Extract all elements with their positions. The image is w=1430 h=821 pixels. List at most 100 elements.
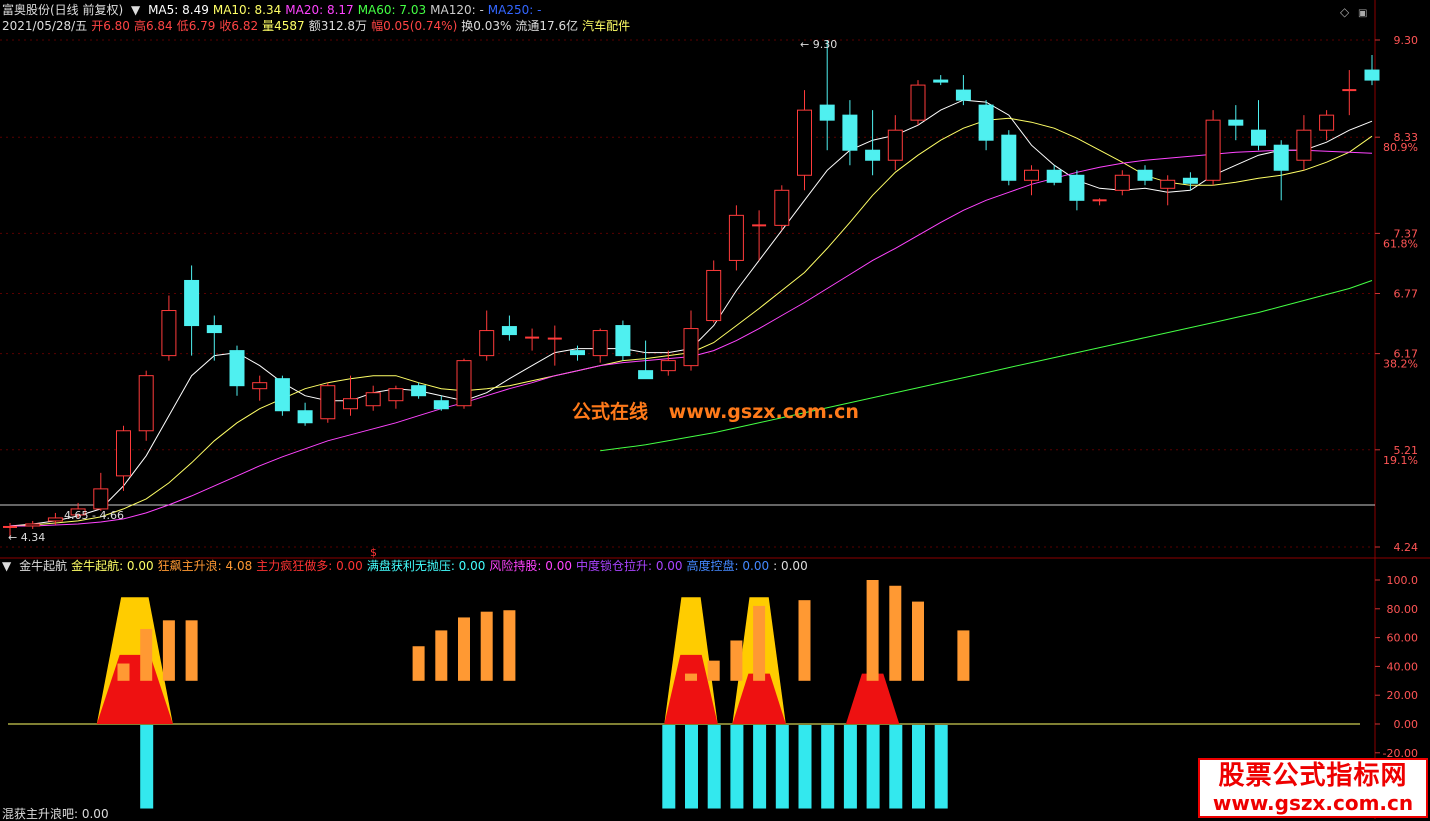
candle-body	[1001, 134, 1017, 181]
cyan-bar	[662, 725, 676, 809]
ma-value: MA20: 8.17	[285, 3, 354, 17]
candle-body	[206, 325, 222, 334]
candle-body	[910, 84, 926, 121]
orange-bar	[185, 620, 198, 681]
cyan-bar	[140, 725, 154, 809]
candle-body	[138, 375, 154, 432]
candle-body	[728, 214, 744, 261]
price-tick-label: 4.24	[1394, 541, 1419, 554]
indicator-value: 狂飙主升浪: 4.08	[157, 559, 253, 573]
cyan-bar	[775, 725, 789, 809]
indicator-tick-label: 40.00	[1387, 660, 1419, 673]
candle-body	[774, 189, 790, 226]
indicator-value: 主力疯狂做多: 0.00	[256, 559, 363, 573]
indicator-tick-label: 60.00	[1387, 632, 1419, 645]
cyan-bar	[889, 725, 903, 809]
cyan-bar	[934, 725, 948, 809]
ma-value: MA60: 7.03	[357, 3, 427, 17]
fib-label: 19.1%	[1383, 454, 1418, 467]
red-signal	[845, 673, 900, 724]
candle-body	[1137, 169, 1153, 181]
candle-body	[887, 129, 903, 161]
candle-body	[819, 104, 835, 121]
ohlc-field: 流通17.6亿	[515, 19, 579, 33]
center-watermark: 公式在线 www.gszx.com.cn	[572, 397, 873, 424]
candle-body	[25, 523, 41, 527]
candle-body	[1024, 169, 1039, 181]
ohlc-field: 额312.8万	[308, 19, 368, 33]
candle-body	[1205, 119, 1221, 181]
orange-bar	[117, 663, 130, 681]
candle-body	[501, 326, 517, 336]
orange-bar	[866, 580, 879, 681]
cyan-bar	[685, 725, 698, 809]
orange-bar	[412, 646, 425, 681]
ma-value: MA250: -	[487, 3, 542, 17]
price-header: 富奥股份(日线 前复权) ▼ MA5: 8.49 MA10: 8.34 MA20: …	[2, 3, 549, 17]
candle-body	[1046, 169, 1062, 183]
ohlc-field: 低6.79	[176, 19, 216, 33]
indicator-value: 中度锁仓拉升: 0.00	[575, 559, 683, 573]
watermark-box: 股票公式指标网 www.gszx.com.cn	[1198, 758, 1428, 818]
cyan-bar	[821, 725, 835, 809]
orange-bar	[140, 628, 153, 681]
candle-body	[161, 310, 177, 357]
candle-body	[1296, 129, 1312, 161]
candle-body	[388, 388, 404, 402]
fib-label: 80.9%	[1383, 141, 1418, 154]
indicator-value: 满盘获利无抛压: 0.00	[366, 559, 486, 573]
orange-bar	[912, 601, 924, 681]
orange-bar	[162, 620, 175, 681]
orange-bar	[435, 630, 448, 681]
cyan-bar	[866, 725, 880, 809]
fib-label: 61.8%	[1383, 237, 1418, 250]
dropdown-icon[interactable]: ▼	[131, 3, 140, 17]
cyan-bar	[707, 725, 721, 809]
candle-body	[638, 370, 654, 380]
orange-bar	[730, 640, 743, 681]
candle-body	[1251, 129, 1266, 146]
indicator-value: 风险持股: 0.00	[489, 559, 572, 573]
candle-body	[933, 79, 949, 83]
orange-bar	[480, 611, 493, 681]
candle-body	[842, 114, 858, 151]
candle-body	[1319, 114, 1335, 131]
indicator-value: 高度控盘: 0.00	[686, 559, 770, 573]
orange-bar	[957, 630, 970, 681]
candle-body	[343, 398, 358, 410]
candle-body	[1160, 179, 1176, 189]
candle-body	[1069, 174, 1085, 201]
candle-body	[365, 392, 381, 407]
dropdown-icon[interactable]: ▼	[2, 559, 11, 573]
candle-body	[93, 488, 109, 510]
candle-body	[1114, 174, 1130, 191]
low-annotation: ← 4.34	[8, 531, 45, 544]
ohlc-field: 汽车配件	[582, 19, 631, 33]
watermark-box-url: www.gszx.com.cn	[1212, 791, 1414, 815]
candle-body	[411, 385, 427, 397]
indicator-header: ▼ 金牛起航 金牛起航: 0.00 狂飙主升浪: 4.08 主力疯狂做多: 0.00 满…	[2, 559, 816, 573]
ohlc-field: 收6.82	[219, 19, 259, 33]
indicator-tick-label: 0.00	[1394, 718, 1419, 731]
candle-body	[615, 325, 631, 357]
ma-value: MA120: -	[430, 3, 484, 17]
ohlc-field: 量4587	[262, 19, 305, 33]
candle-body	[229, 350, 245, 387]
watermark-cn: 公式在线	[572, 401, 649, 423]
orange-bar	[503, 610, 516, 681]
stock-title[interactable]: 富奥股份(日线 前复权)	[2, 3, 123, 17]
candle-body	[592, 330, 608, 357]
range-annotation: 4.65 - 4.66	[64, 509, 124, 522]
ohlc-field: 开6.80	[91, 19, 130, 33]
candle-body	[1273, 144, 1289, 171]
candle-body	[683, 328, 699, 367]
candle-body	[1182, 177, 1198, 184]
ma-values: MA5: 8.49 MA10: 8.34 MA20: 8.17 MA60: 7.03 M…	[148, 3, 545, 17]
ohlc-field: 幅0.05(0.74%)	[371, 19, 458, 33]
high-annotation: ← 9.30	[800, 38, 837, 51]
indicator-value: : 0.00	[773, 559, 808, 573]
candle-body	[47, 517, 63, 522]
candle-body	[456, 360, 472, 407]
candle-body	[433, 400, 449, 410]
indicator-tick-label: 20.00	[1387, 689, 1419, 702]
